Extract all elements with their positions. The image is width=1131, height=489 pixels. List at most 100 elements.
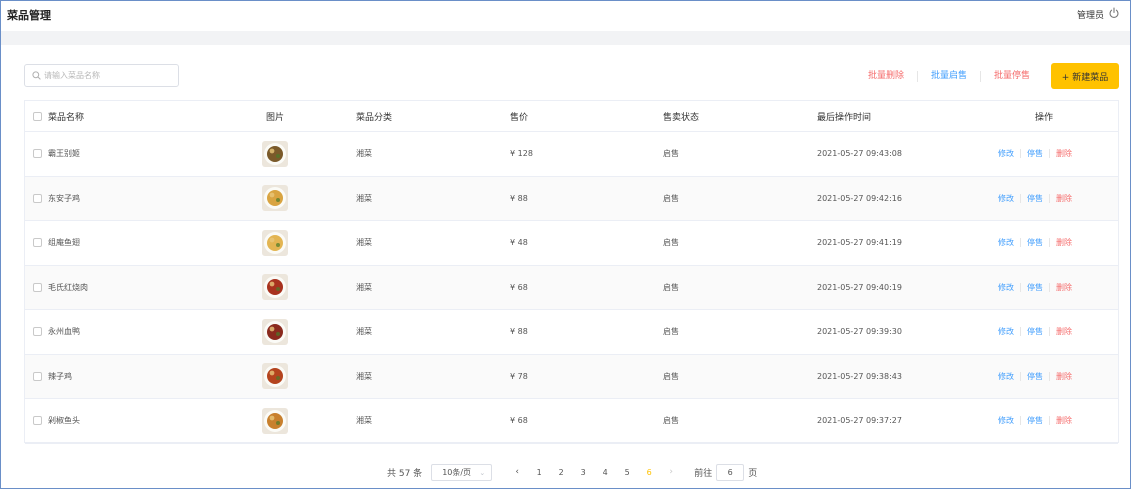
dish-status: 启售 bbox=[663, 149, 679, 159]
table-row: 东安子鸡 湘菜 ¥ 88 启售 2021-05-27 09:42:16 修改 停售 删除 bbox=[25, 176, 1118, 221]
dish-category: 湘菜 bbox=[356, 282, 372, 292]
dish-updated-time: 2021-05-27 09:41:19 bbox=[817, 238, 902, 248]
pagination: 共 57 条 10条/页 ⌄ ‹ 123456 › 前往 页 bbox=[387, 463, 757, 481]
column-header-updated: 最后操作时间 bbox=[817, 112, 872, 123]
row-checkbox[interactable] bbox=[33, 193, 42, 203]
table-row: 毛氏红烧肉 湘菜 ¥ 68 启售 2021-05-27 09:40:19 修改 停售 删除 bbox=[25, 265, 1118, 310]
edit-button[interactable]: 修改 bbox=[992, 238, 1021, 248]
delete-button[interactable]: 删除 bbox=[1050, 416, 1078, 425]
page-number[interactable]: 4 bbox=[594, 468, 616, 477]
dish-category: 湘菜 bbox=[356, 238, 372, 248]
batch-offsale-button[interactable]: 批量停售 bbox=[981, 71, 1043, 82]
stop-sale-button[interactable]: 停售 bbox=[1021, 282, 1050, 292]
dish-image bbox=[262, 274, 288, 301]
dish-price: ¥ 78 bbox=[510, 371, 528, 381]
dish-updated-time: 2021-05-27 09:39:30 bbox=[817, 327, 902, 337]
delete-button[interactable]: 删除 bbox=[1050, 372, 1078, 381]
search-input[interactable] bbox=[44, 68, 174, 83]
dish-name: 永州血鸭 bbox=[48, 327, 80, 337]
page-number[interactable]: 3 bbox=[572, 468, 594, 477]
page-suffix: 页 bbox=[748, 468, 758, 479]
dish-name: 霸王别姬 bbox=[48, 149, 80, 159]
edit-button[interactable]: 修改 bbox=[992, 149, 1021, 159]
dish-updated-time: 2021-05-27 09:38:43 bbox=[817, 371, 902, 381]
table-row: 组庵鱼翅 湘菜 ¥ 48 启售 2021-05-27 09:41:19 修改 停售 删除 bbox=[25, 221, 1118, 266]
row-checkbox[interactable] bbox=[33, 416, 42, 426]
page-number[interactable]: 2 bbox=[550, 468, 572, 477]
dish-status: 启售 bbox=[663, 238, 679, 248]
dish-image bbox=[262, 363, 288, 390]
dish-price: ¥ 68 bbox=[510, 282, 528, 292]
stop-sale-button[interactable]: 停售 bbox=[1021, 327, 1050, 337]
dish-image bbox=[262, 140, 288, 167]
stop-sale-button[interactable]: 停售 bbox=[1021, 238, 1050, 248]
page-number[interactable]: 6 bbox=[638, 468, 660, 477]
delete-button[interactable]: 删除 bbox=[1050, 283, 1078, 292]
total-count: 共 57 条 bbox=[387, 468, 423, 479]
dish-image bbox=[262, 318, 288, 345]
main-content: 批量删除 批量启售 批量停售 + 新建菜品 菜品名称 图片 菜品分类 售价 售卖… bbox=[23, 45, 1119, 485]
page-size-select[interactable]: 10条/页 ⌄ bbox=[431, 463, 493, 481]
column-header-name: 菜品名称 bbox=[48, 112, 85, 123]
table-row: 霸王别姬 湘菜 ¥ 128 启售 2021-05-27 09:43:08 修改 停售 删除 bbox=[25, 132, 1118, 177]
table-header: 菜品名称 图片 菜品分类 售价 售卖状态 最后操作时间 操作 bbox=[25, 101, 1118, 132]
batch-delete-button[interactable]: 批量删除 bbox=[855, 70, 918, 82]
search-box bbox=[24, 64, 179, 87]
top-bar: 菜品管理 管理员 bbox=[1, 1, 1130, 31]
stop-sale-button[interactable]: 停售 bbox=[1021, 371, 1050, 381]
dish-image bbox=[262, 185, 288, 212]
delete-button[interactable]: 删除 bbox=[1050, 194, 1078, 203]
column-header-status: 售卖状态 bbox=[663, 112, 700, 123]
dish-updated-time: 2021-05-27 09:43:08 bbox=[817, 149, 902, 159]
stop-sale-button[interactable]: 停售 bbox=[1021, 193, 1050, 203]
edit-button[interactable]: 修改 bbox=[992, 193, 1021, 203]
power-icon[interactable] bbox=[1108, 7, 1120, 19]
dish-price: ¥ 88 bbox=[510, 327, 528, 337]
new-dish-button[interactable]: + 新建菜品 bbox=[1051, 63, 1119, 89]
app-window: 菜品管理 管理员 批量删除 批量启售 批量停售 + 新建菜品 菜品名称 图片 bbox=[0, 0, 1131, 489]
page-list: 123456 bbox=[528, 468, 660, 477]
next-page-icon[interactable]: › bbox=[660, 467, 682, 477]
row-checkbox[interactable] bbox=[33, 149, 42, 159]
dish-category: 湘菜 bbox=[356, 327, 372, 337]
goto-page-input[interactable] bbox=[716, 463, 745, 481]
row-checkbox[interactable] bbox=[33, 327, 42, 337]
row-checkbox[interactable] bbox=[33, 282, 42, 292]
dish-status: 启售 bbox=[663, 327, 679, 337]
column-header-price: 售价 bbox=[510, 112, 529, 123]
dish-name: 组庵鱼翅 bbox=[48, 238, 80, 248]
stop-sale-button[interactable]: 停售 bbox=[1021, 416, 1050, 426]
dish-status: 启售 bbox=[663, 371, 679, 381]
delete-button[interactable]: 删除 bbox=[1050, 327, 1078, 336]
batch-onsale-button[interactable]: 批量启售 bbox=[918, 70, 981, 82]
column-header-image: 图片 bbox=[266, 112, 285, 123]
toolbar-actions: 批量删除 批量启售 批量停售 + 新建菜品 bbox=[855, 63, 1119, 89]
chevron-down-icon: ⌄ bbox=[479, 468, 486, 477]
page-size-value: 10条/页 bbox=[442, 467, 472, 477]
page-number[interactable]: 1 bbox=[528, 468, 550, 477]
header-divider bbox=[1, 31, 1130, 45]
delete-button[interactable]: 删除 bbox=[1050, 238, 1078, 247]
table-row: 剁椒鱼头 湘菜 ¥ 68 启售 2021-05-27 09:37:27 修改 停售 删除 bbox=[25, 399, 1118, 444]
edit-button[interactable]: 修改 bbox=[992, 282, 1021, 292]
edit-button[interactable]: 修改 bbox=[992, 327, 1021, 337]
edit-button[interactable]: 修改 bbox=[992, 416, 1021, 426]
stop-sale-button[interactable]: 停售 bbox=[1021, 149, 1050, 159]
dish-category: 湘菜 bbox=[356, 149, 372, 159]
row-checkbox[interactable] bbox=[33, 371, 42, 381]
page-number[interactable]: 5 bbox=[616, 468, 638, 477]
select-all-checkbox[interactable] bbox=[33, 111, 42, 121]
column-header-category: 菜品分类 bbox=[356, 112, 393, 123]
user-name[interactable]: 管理员 bbox=[1077, 8, 1104, 21]
delete-button[interactable]: 删除 bbox=[1050, 149, 1078, 158]
dish-image bbox=[262, 407, 288, 434]
dish-name: 剁椒鱼头 bbox=[48, 416, 80, 426]
search-icon bbox=[32, 71, 41, 80]
row-checkbox[interactable] bbox=[33, 238, 42, 248]
dish-updated-time: 2021-05-27 09:42:16 bbox=[817, 193, 902, 203]
dish-status: 启售 bbox=[663, 193, 679, 203]
prev-page-icon[interactable]: ‹ bbox=[506, 467, 528, 477]
edit-button[interactable]: 修改 bbox=[992, 371, 1021, 381]
column-header-actions: 操作 bbox=[1035, 112, 1054, 123]
dish-price: ¥ 48 bbox=[510, 238, 528, 248]
